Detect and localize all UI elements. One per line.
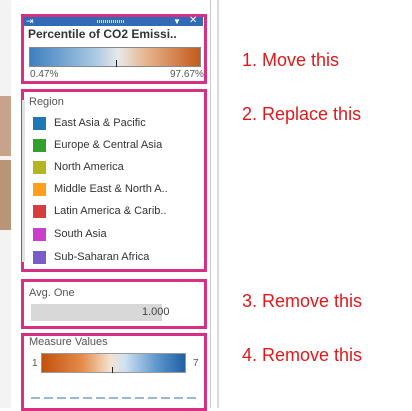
annotation-remove-measure: 4. Remove this	[242, 345, 363, 365]
legend-item-label: Sub-Saharan Africa	[54, 251, 150, 263]
percentile-legend-title: Percentile of CO2 Emissi..	[28, 27, 177, 41]
legend-item-label: Middle East & North A..	[54, 183, 168, 195]
annotation-move: 1. Move this	[242, 50, 340, 70]
measure-values-min-label: 1	[32, 358, 38, 369]
legend-item-label: Europe & Central Asia	[54, 139, 163, 151]
avg-one-value: 1.000	[142, 306, 170, 318]
legend-item-label: Latin America & Carib..	[54, 205, 167, 217]
legend-swatch	[33, 205, 46, 218]
percentile-min-label: 0.47%	[30, 69, 59, 80]
legend-item-label: South Asia	[54, 228, 107, 240]
legend-item-label: East Asia & Pacific	[54, 117, 146, 129]
measure-values-title: Measure Values	[29, 336, 108, 348]
close-icon[interactable]: ✕	[189, 16, 197, 26]
legend-swatch	[33, 183, 46, 196]
drag-handle[interactable]	[97, 20, 125, 23]
ramp-midpoint-tick	[116, 60, 117, 67]
percentile-max-label: 97.67%	[170, 69, 204, 80]
dashed-separator	[31, 397, 199, 399]
measure-values-color-ramp	[41, 353, 186, 373]
region-legend-title: Region	[29, 96, 64, 108]
legend-swatch	[33, 117, 46, 130]
legend-swatch	[33, 161, 46, 174]
legend-swatch	[33, 251, 46, 264]
avg-one-title: Avg. One	[29, 287, 75, 299]
pin-icon[interactable]: ⇥	[26, 16, 34, 26]
legend-title-bar[interactable]: ⇥ ▼ ✕	[23, 16, 203, 26]
ramp-midpoint-tick	[112, 367, 113, 373]
viz-mark	[0, 96, 11, 156]
percentile-color-ramp	[29, 47, 201, 67]
panel-divider	[210, 0, 211, 408]
viz-mark	[0, 160, 11, 230]
legend-item-label: North America	[54, 161, 124, 173]
legend-swatch	[33, 139, 46, 152]
annotation-remove-avg: 3. Remove this	[242, 291, 363, 311]
legend-swatch	[33, 228, 46, 241]
measure-values-max-label: 7	[193, 358, 199, 369]
annotation-replace: 2. Replace this	[242, 104, 362, 124]
panel-divider	[217, 0, 219, 408]
legend-scrollbar[interactable]	[22, 100, 25, 262]
viz-edge-strip	[0, 0, 11, 408]
dropdown-arrow-icon[interactable]: ▼	[173, 17, 181, 26]
